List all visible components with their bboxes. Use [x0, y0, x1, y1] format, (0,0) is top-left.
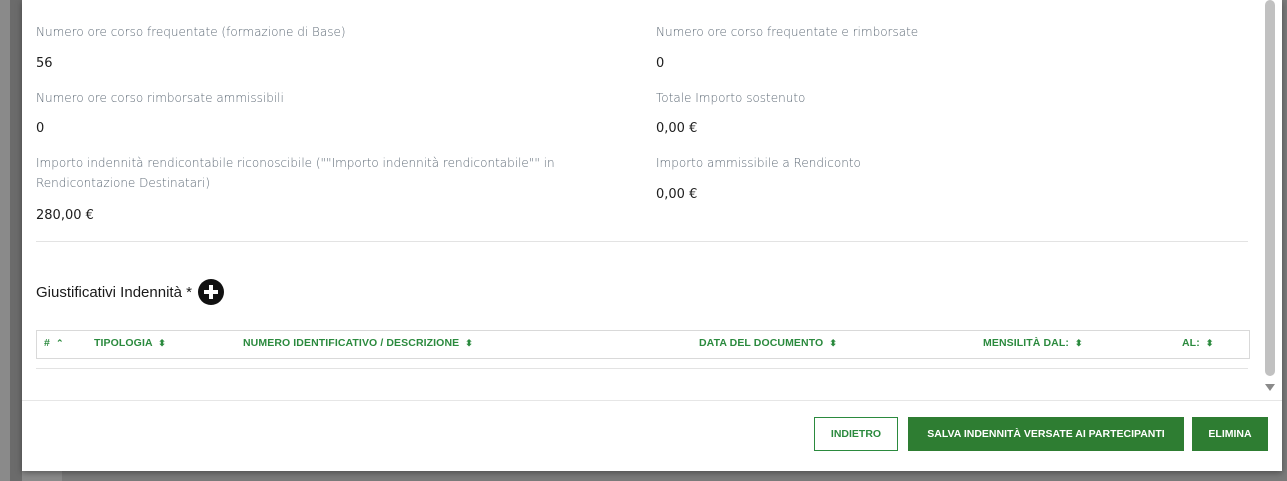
ore-ammissibili-value: 0	[36, 121, 45, 136]
sort-icon: ⬍	[1205, 338, 1214, 348]
scrollbar-thumb[interactable]	[1265, 0, 1275, 376]
save-indennita-button[interactable]: SALVA INDENNITÀ VERSATE AI PARTECIPANTI	[908, 417, 1184, 451]
table-bottom-divider	[36, 368, 1248, 369]
chevron-up-icon: ⌃	[55, 338, 64, 348]
ammissibile-value: 0,00 €	[656, 187, 698, 202]
column-header-data[interactable]: DATA DEL DOCUMENTO ⬍	[699, 337, 837, 349]
column-header-tipologia[interactable]: TIPOLOGIA ⬍	[94, 337, 166, 349]
column-header-al[interactable]: AL: ⬍	[1182, 337, 1213, 349]
ore-rimborsate-label: Numero ore corso frequentate e rimborsat…	[656, 25, 919, 39]
section-title: Giustificativi Indennità *	[36, 283, 192, 301]
delete-button[interactable]: ELIMINA	[1192, 417, 1268, 451]
ore-rimborsate-value: 0	[656, 56, 665, 71]
section-divider	[36, 241, 1248, 242]
ore-ammissibili-label: Numero ore corso rimborsate ammissibili	[36, 91, 284, 105]
background-edge	[10, 0, 22, 481]
ore-base-label: Numero ore corso frequentate (formazione…	[36, 25, 346, 39]
sort-icon: ⬍	[1075, 338, 1083, 348]
column-header-index[interactable]: # ⌃	[44, 337, 64, 349]
section-heading: Giustificativi Indennità *	[36, 279, 224, 305]
modal-dialog: Numero ore corso frequentate (formazione…	[22, 0, 1282, 471]
column-header-mensilita-dal[interactable]: MENSILITÀ DAL: ⬍	[983, 337, 1083, 349]
column-header-numero[interactable]: NUMERO IDENTIFICATIVO / DESCRIZIONE ⬍	[243, 337, 473, 349]
sort-icon: ⬍	[465, 338, 473, 348]
back-button[interactable]: INDIETRO	[814, 417, 898, 451]
indennita-label-line1: Importo indennità rendicontabile riconos…	[36, 156, 555, 170]
sort-icon: ⬍	[158, 338, 166, 348]
scroll-down-arrow-icon[interactable]	[1265, 384, 1275, 391]
footer-divider	[22, 400, 1282, 401]
table-header: # ⌃ TIPOLOGIA ⬍ NUMERO IDENTIFICATIVO / …	[36, 330, 1250, 359]
indennita-label: Importo indennità rendicontabile riconos…	[36, 153, 555, 193]
ammissibile-label: Importo ammissibile a Rendiconto	[656, 156, 861, 170]
plus-circle-icon[interactable]	[197, 279, 224, 305]
sort-icon: ⬍	[829, 338, 837, 348]
ore-base-value: 56	[36, 56, 53, 71]
totale-importo-value: 0,00 €	[656, 121, 698, 136]
modal-body: Numero ore corso frequentate (formazione…	[22, 0, 1282, 400]
indennita-label-line2: Rendicontazione Destinatari)	[36, 176, 210, 190]
totale-importo-label: Totale Importo sostenuto	[656, 91, 806, 105]
scrollbar[interactable]	[1264, 0, 1276, 400]
indennita-value: 280,00 €	[36, 208, 94, 223]
